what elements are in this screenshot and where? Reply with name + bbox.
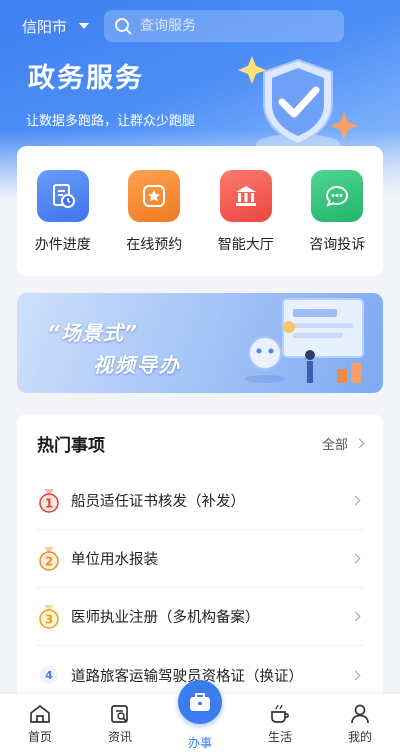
tab-label: 资讯: [107, 730, 132, 744]
chevron-right-icon: [350, 495, 361, 506]
hall-building-icon: [219, 170, 272, 222]
chevron-right-icon: [350, 553, 361, 564]
page-subtitle: 让数据多跑路，让群众少跑腿: [26, 114, 196, 129]
hot-items-header: 热门事项 全部: [37, 414, 365, 472]
rank-medal-icon: 3: [37, 604, 61, 629]
banner-title-line2: 视频导办: [93, 353, 181, 377]
item-label: 船员适任证书核发（补发）: [71, 494, 245, 510]
search-icon: [115, 18, 132, 35]
city-label: 信阳市: [22, 17, 68, 36]
rank-badge-icon: 4: [37, 663, 61, 687]
hot-items-card: 热门事项 全部 1 船员适任证书核发（补发） 2 单位用水报装 3 医师执业注册…: [17, 414, 383, 704]
service-label: 办件进度: [34, 237, 91, 253]
home-icon: [30, 705, 50, 723]
news-icon: [111, 705, 128, 723]
chevron-right-icon: [354, 438, 365, 448]
rank-number: 3: [45, 612, 53, 626]
tab-label: 生活: [267, 730, 292, 744]
service-label: 咨询投诉: [309, 237, 366, 253]
briefcase-icon: [178, 680, 222, 724]
list-item[interactable]: 3 医师执业注册（多机构备案）: [37, 588, 363, 646]
list-item[interactable]: 1 船员适任证书核发（补发）: [37, 472, 363, 530]
progress-doc-icon: [36, 170, 89, 222]
quick-services-card: 办件进度 在线预约 智能大厅 咨询投诉: [17, 146, 383, 276]
banner-title-line1: “场景式”: [47, 321, 138, 345]
service-progress[interactable]: 办件进度: [23, 170, 103, 276]
tab-home[interactable]: 首页: [0, 694, 80, 754]
person-icon: [351, 704, 369, 724]
search-input[interactable]: [140, 18, 330, 34]
tab-life[interactable]: 生活: [240, 694, 320, 754]
caret-down-icon: [79, 23, 90, 29]
city-selector[interactable]: 信阳市: [22, 14, 90, 38]
tab-label: 首页: [27, 730, 52, 744]
service-consult[interactable]: 咨询投诉: [297, 170, 377, 276]
item-label: 单位用水报装: [71, 552, 158, 568]
rank-medal-icon: 2: [37, 546, 61, 571]
video-guide-illustration: [245, 298, 364, 383]
bottom-tab-bar: 首页 资讯 办事 生活 我的: [0, 680, 400, 754]
list-item[interactable]: 2 单位用水报装: [37, 530, 363, 588]
tab-services[interactable]: 办事: [160, 680, 240, 754]
service-label: 在线预约: [126, 237, 183, 253]
chat-bubble-icon: [311, 170, 364, 222]
star-badge-icon: [128, 170, 181, 222]
page-title: 政务服务: [28, 63, 144, 94]
tab-label: 办事: [187, 736, 212, 750]
tab-news[interactable]: 资讯: [80, 694, 160, 754]
chevron-right-icon: [350, 611, 361, 622]
search-bar[interactable]: [104, 10, 344, 42]
service-booking[interactable]: 在线预约: [114, 170, 194, 276]
chevron-right-icon: [350, 670, 361, 680]
tab-profile[interactable]: 我的: [320, 694, 400, 754]
video-guide-banner[interactable]: “场景式” 视频导办: [17, 293, 383, 393]
view-all-label: 全部: [321, 437, 348, 453]
rank-number: 1: [45, 496, 53, 510]
rank-number: 2: [45, 554, 53, 568]
service-hall[interactable]: 智能大厅: [206, 170, 286, 276]
hot-items-title: 热门事项: [37, 435, 105, 456]
rank-medal-icon: 1: [37, 488, 61, 513]
rank-number: 4: [45, 669, 53, 682]
view-all-link[interactable]: 全部: [321, 434, 365, 453]
tab-label: 我的: [347, 730, 372, 744]
service-label: 智能大厅: [217, 237, 274, 253]
coffee-cup-icon: [271, 704, 289, 723]
item-label: 医师执业注册（多机构备案）: [71, 610, 260, 626]
